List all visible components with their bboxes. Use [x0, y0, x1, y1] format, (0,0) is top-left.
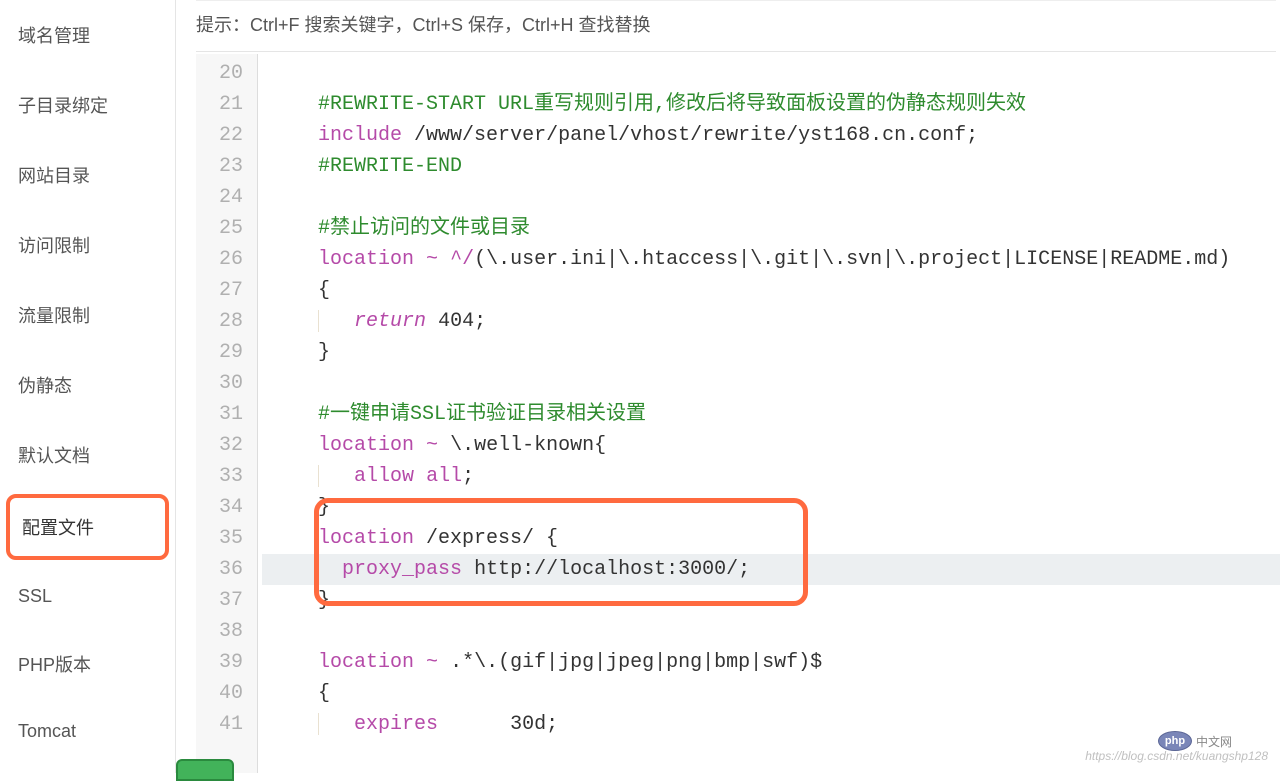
sidebar-item-0[interactable]: 域名管理	[0, 0, 175, 70]
hint-bar: 提示：Ctrl+F 搜索关键字，Ctrl+S 保存，Ctrl+H 查找替换	[196, 0, 1276, 52]
line-number: 24	[196, 182, 243, 213]
sidebar-item-1[interactable]: 子目录绑定	[0, 70, 175, 140]
sidebar-item-3[interactable]: 访问限制	[0, 210, 175, 280]
code-line[interactable]: #REWRITE-END	[262, 151, 1280, 182]
line-number: 35	[196, 523, 243, 554]
code-line[interactable]: {	[262, 678, 1280, 709]
sidebar-item-9[interactable]: PHP版本	[0, 629, 175, 699]
sidebar-item-4[interactable]: 流量限制	[0, 280, 175, 350]
code-line[interactable]	[262, 616, 1280, 647]
line-number: 36	[196, 554, 243, 585]
sidebar-item-6[interactable]: 默认文档	[0, 420, 175, 490]
code-line[interactable]: include /www/server/panel/vhost/rewrite/…	[262, 120, 1280, 151]
line-number: 29	[196, 337, 243, 368]
code-line[interactable]: }	[262, 337, 1280, 368]
code-line[interactable]: {	[262, 275, 1280, 306]
line-number: 39	[196, 647, 243, 678]
line-number: 34	[196, 492, 243, 523]
code-line[interactable]: location /express/ {	[262, 523, 1280, 554]
code-line[interactable]: location ~ ^/(\.user.ini|\.htaccess|\.gi…	[262, 244, 1280, 275]
code-line[interactable]: #一键申请SSL证书验证目录相关设置	[262, 399, 1280, 430]
line-number: 27	[196, 275, 243, 306]
save-button-fragment[interactable]	[176, 759, 234, 781]
line-number: 38	[196, 616, 243, 647]
line-number: 31	[196, 399, 243, 430]
badge-text: 中文网	[1196, 733, 1232, 750]
code-line[interactable]: expires 30d;	[262, 709, 1280, 740]
code-line[interactable]: #禁止访问的文件或目录	[262, 213, 1280, 244]
line-gutter: 2021222324252627282930313233343536373839…	[196, 54, 258, 773]
line-number: 20	[196, 58, 243, 89]
code-line[interactable]: allow all;	[262, 461, 1280, 492]
code-line[interactable]	[262, 182, 1280, 213]
code-line[interactable]	[262, 58, 1280, 89]
code-line[interactable]: }	[262, 585, 1280, 616]
line-number: 30	[196, 368, 243, 399]
sidebar-item-10[interactable]: Tomcat	[0, 699, 175, 764]
code-line[interactable]: proxy_pass http://localhost:3000/;	[262, 554, 1280, 585]
source-badge: php 中文网	[1158, 731, 1232, 751]
main-panel: 提示：Ctrl+F 搜索关键字，Ctrl+S 保存，Ctrl+H 查找替换 20…	[176, 0, 1280, 773]
line-number: 28	[196, 306, 243, 337]
watermark-text: https://blog.csdn.net/kuangshp128	[1085, 749, 1268, 763]
line-number: 25	[196, 213, 243, 244]
sidebar-item-8[interactable]: SSL	[0, 564, 175, 629]
line-number: 21	[196, 89, 243, 120]
line-number: 26	[196, 244, 243, 275]
code-line[interactable]: location ~ .*\.(gif|jpg|jpeg|png|bmp|swf…	[262, 647, 1280, 678]
sidebar: 域名管理子目录绑定网站目录访问限制流量限制伪静态默认文档配置文件SSLPHP版本…	[0, 0, 176, 773]
code-line[interactable]: }	[262, 492, 1280, 523]
line-number: 33	[196, 461, 243, 492]
line-number: 32	[196, 430, 243, 461]
sidebar-item-2[interactable]: 网站目录	[0, 140, 175, 210]
line-number: 37	[196, 585, 243, 616]
line-number: 22	[196, 120, 243, 151]
sidebar-item-5[interactable]: 伪静态	[0, 350, 175, 420]
code-area[interactable]: #REWRITE-START URL重写规则引用,修改后将导致面板设置的伪静态规…	[258, 54, 1280, 773]
php-logo-icon: php	[1158, 731, 1192, 751]
code-line[interactable]: return 404;	[262, 306, 1280, 337]
line-number: 23	[196, 151, 243, 182]
code-editor[interactable]: 2021222324252627282930313233343536373839…	[196, 54, 1280, 773]
code-line[interactable]: #REWRITE-START URL重写规则引用,修改后将导致面板设置的伪静态规…	[262, 89, 1280, 120]
app-root: 域名管理子目录绑定网站目录访问限制流量限制伪静态默认文档配置文件SSLPHP版本…	[0, 0, 1280, 773]
sidebar-item-7[interactable]: 配置文件	[6, 494, 169, 560]
code-line[interactable]: location ~ \.well-known{	[262, 430, 1280, 461]
line-number: 41	[196, 709, 243, 740]
line-number: 40	[196, 678, 243, 709]
code-line[interactable]	[262, 368, 1280, 399]
